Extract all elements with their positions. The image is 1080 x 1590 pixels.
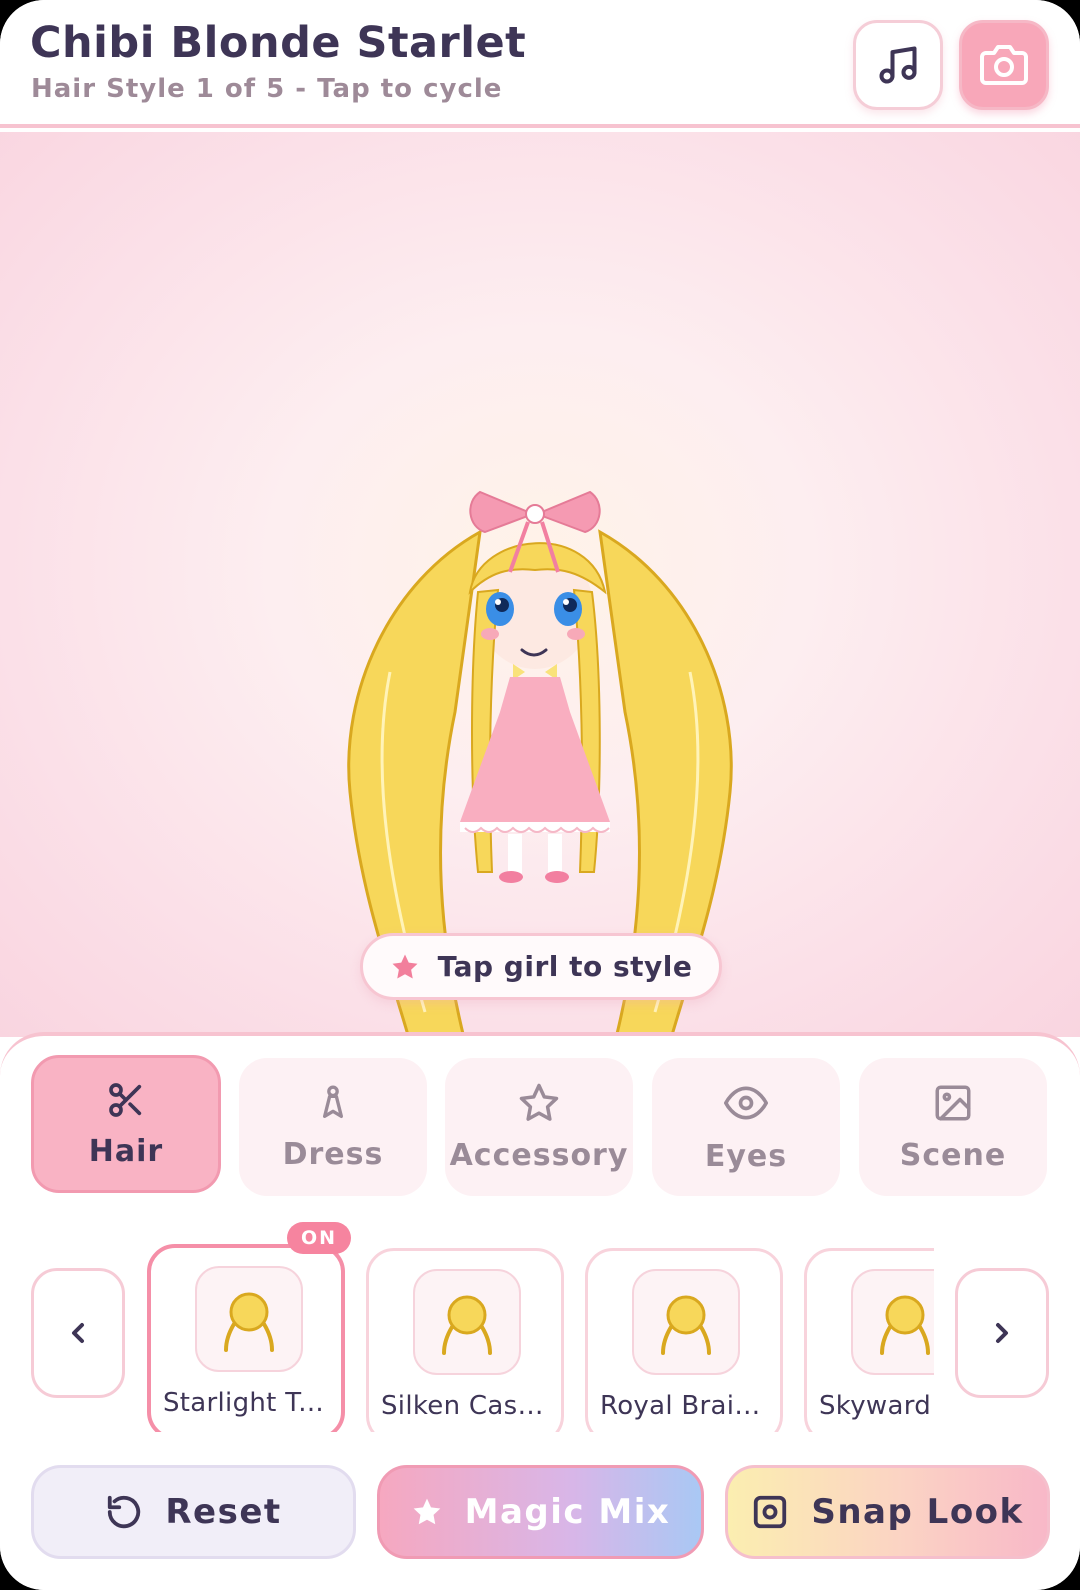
image-icon <box>935 1085 971 1120</box>
tap-hint-label: Tap girl to style <box>437 950 693 983</box>
tab-dress-label: Dress <box>282 1136 384 1172</box>
tab-hair[interactable]: Hair <box>31 1055 221 1193</box>
style-card-1[interactable]: Starlight T... <box>147 1244 345 1432</box>
styling-panel: Hair Dress Accessory Eyes Scene Starligh… <box>0 1032 1080 1590</box>
hair-style-icon <box>880 1295 930 1355</box>
tab-scene[interactable]: Scene <box>859 1058 1047 1196</box>
star-icon <box>413 1498 440 1525</box>
prev-style-button[interactable] <box>31 1268 125 1398</box>
star-outline-icon <box>519 1083 559 1121</box>
style-card-2[interactable]: Silken Casc... <box>366 1248 564 1432</box>
style-thumb <box>195 1266 303 1372</box>
style-name: Skyward <box>819 1391 932 1421</box>
tab-accessory[interactable]: Accessory <box>445 1058 633 1196</box>
tab-eyes-label: Eyes <box>704 1138 788 1174</box>
hair-style-carousel[interactable]: Starlight T... ON Silken Casc... Royal B… <box>147 1222 934 1432</box>
style-name: Royal Braid... <box>600 1391 776 1421</box>
style-thumb <box>632 1269 740 1375</box>
reset-label: Reset <box>165 1492 282 1532</box>
magic-mix-button[interactable]: Magic Mix <box>377 1465 704 1559</box>
snap-look-label: Snap Look <box>811 1492 1024 1532</box>
chevron-right-icon <box>996 1323 1008 1343</box>
reset-button[interactable]: Reset <box>31 1465 356 1559</box>
music-button[interactable] <box>853 20 943 110</box>
music-note-icon <box>879 46 917 84</box>
style-card-4[interactable]: Skyward <box>804 1248 934 1432</box>
tab-scene-label: Scene <box>899 1137 1007 1173</box>
snapshot-icon <box>754 1495 787 1529</box>
tab-accessory-label: Accessory <box>449 1137 629 1173</box>
style-thumb <box>413 1269 521 1375</box>
tab-eyes[interactable]: Eyes <box>652 1058 840 1196</box>
dress-icon <box>323 1085 343 1118</box>
next-style-button[interactable] <box>955 1268 1049 1398</box>
snap-look-button[interactable]: Snap Look <box>725 1465 1050 1559</box>
magic-mix-label: Magic Mix <box>464 1492 671 1532</box>
reset-icon <box>108 1495 141 1529</box>
scissors-icon <box>109 1082 142 1117</box>
hair-style-icon <box>224 1292 274 1352</box>
character-stage: Tap girl to style <box>0 132 1080 1037</box>
style-thumb <box>851 1269 934 1375</box>
style-name: Silken Casc... <box>381 1391 557 1421</box>
page-subtitle: Hair Style 1 of 5 - Tap to cycle <box>31 74 503 104</box>
chevron-left-icon <box>72 1323 84 1343</box>
camera-button[interactable] <box>959 20 1049 110</box>
header: Chibi Blonde Starlet Hair Style 1 of 5 -… <box>0 0 1080 128</box>
style-name: Starlight T... <box>163 1388 324 1418</box>
hair-style-icon <box>442 1295 492 1355</box>
tap-hint: Tap girl to style <box>360 933 722 1000</box>
active-badge: ON <box>287 1222 351 1254</box>
star-icon <box>392 954 418 978</box>
tab-dress[interactable]: Dress <box>239 1058 427 1196</box>
app-screen: Chibi Blonde Starlet Hair Style 1 of 5 -… <box>0 0 1080 1590</box>
page-title: Chibi Blonde Starlet <box>30 18 527 68</box>
style-card-3[interactable]: Royal Braid... <box>585 1248 783 1432</box>
eye-icon <box>724 1086 768 1119</box>
tab-hair-label: Hair <box>88 1133 164 1169</box>
hair-style-icon <box>661 1295 711 1355</box>
camera-icon <box>980 45 1028 85</box>
